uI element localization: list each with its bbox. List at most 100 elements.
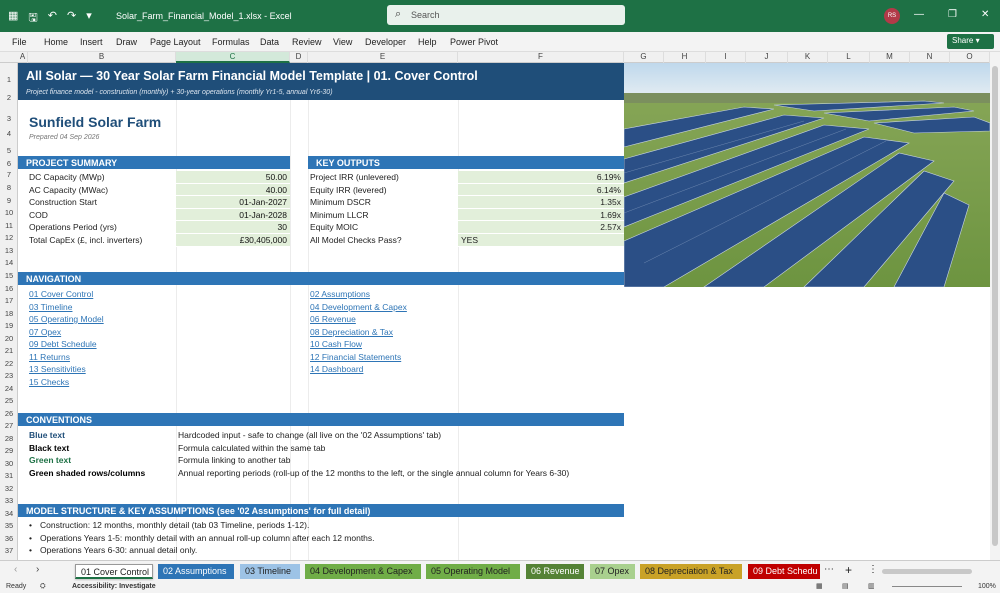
zoom-level[interactable]: 100%	[978, 583, 996, 590]
row-header-19[interactable]: 19	[0, 321, 18, 330]
column-header-l[interactable]: L	[828, 52, 870, 63]
page-layout-icon[interactable]: ▤	[842, 582, 849, 590]
row-header-6[interactable]: 6	[0, 159, 18, 168]
row-header-21[interactable]: 21	[0, 346, 18, 355]
row-header-13[interactable]: 13	[0, 246, 18, 255]
normal-view-icon[interactable]: ▦	[816, 582, 823, 590]
column-header-o[interactable]: O	[950, 52, 990, 63]
zoom-slider[interactable]	[892, 586, 962, 587]
row-header-16[interactable]: 16	[0, 284, 18, 293]
row-header-22[interactable]: 22	[0, 359, 18, 368]
customize-qat-icon[interactable]: ▾	[86, 9, 92, 28]
row-header-23[interactable]: 23	[0, 371, 18, 380]
row-header-15[interactable]: 15	[0, 271, 18, 280]
column-header-f[interactable]: F	[458, 52, 624, 63]
redo-icon[interactable]: ↷	[67, 9, 76, 28]
nav-link[interactable]: 05 Operating Model	[29, 313, 104, 326]
row-header-25[interactable]: 25	[0, 396, 18, 405]
restore-icon[interactable]: ❐	[948, 9, 957, 20]
tab-options-icon[interactable]: ⋮	[868, 564, 878, 575]
row-header-28[interactable]: 28	[0, 434, 18, 443]
summary-value[interactable]: £30,405,000	[176, 234, 290, 247]
row-header-9[interactable]: 9	[0, 196, 18, 205]
accessibility-status[interactable]: Accessibility: Investigate	[72, 583, 156, 590]
menu-power-pivot[interactable]: Power Pivot	[450, 37, 498, 47]
scroll-thumb[interactable]	[992, 66, 998, 546]
row-header-29[interactable]: 29	[0, 446, 18, 455]
column-header-c[interactable]: C	[176, 52, 290, 63]
column-header-g[interactable]: G	[624, 52, 664, 63]
summary-value[interactable]: 50.00	[176, 171, 290, 184]
nav-link[interactable]: 02 Assumptions	[310, 288, 370, 301]
menu-draw[interactable]: Draw	[116, 37, 137, 47]
vertical-scrollbar[interactable]	[990, 52, 1000, 560]
column-header-m[interactable]: M	[870, 52, 910, 63]
row-header-37[interactable]: 37	[0, 546, 18, 555]
menu-page-layout[interactable]: Page Layout	[150, 37, 201, 47]
nav-link[interactable]: 06 Revenue	[310, 313, 356, 326]
close-icon[interactable]: ✕	[981, 9, 989, 20]
row-header-8[interactable]: 8	[0, 183, 18, 192]
row-header-20[interactable]: 20	[0, 334, 18, 343]
sheet-tab-8[interactable]: 08 Depreciation & Tax	[640, 564, 742, 579]
sheet-tab-4[interactable]: 04 Development & Capex	[305, 564, 421, 579]
column-header-a[interactable]: A	[18, 52, 28, 63]
nav-link[interactable]: 14 Dashboard	[310, 363, 363, 376]
summary-value[interactable]: 01-Jan-2028	[176, 208, 290, 222]
minimize-icon[interactable]: —	[914, 9, 924, 20]
menu-developer[interactable]: Developer	[365, 37, 406, 47]
nav-link[interactable]: 07 Opex	[29, 326, 61, 339]
nav-link[interactable]: 08 Depreciation & Tax	[310, 326, 393, 339]
row-header-32[interactable]: 32	[0, 484, 18, 493]
row-header-12[interactable]: 12	[0, 233, 18, 242]
search-input[interactable]: ⌕ Search	[387, 5, 625, 25]
row-header-10[interactable]: 10	[0, 208, 18, 217]
nav-link[interactable]: 15 Checks	[29, 376, 69, 389]
row-header-35[interactable]: 35	[0, 521, 18, 530]
sheet-tab-3[interactable]: 03 Timeline	[240, 564, 300, 579]
row-header-30[interactable]: 30	[0, 459, 18, 468]
row-header-14[interactable]: 14	[0, 258, 18, 267]
sheet-tab-5[interactable]: 05 Operating Model	[426, 564, 520, 579]
column-header-i[interactable]: I	[706, 52, 746, 63]
sheet-tab-6[interactable]: 06 Revenue	[526, 564, 584, 579]
row-header-26[interactable]: 26	[0, 409, 18, 418]
row-header-1[interactable]: 1	[0, 75, 18, 84]
menu-insert[interactable]: Insert	[80, 37, 103, 47]
menu-home[interactable]: Home	[44, 37, 68, 47]
nav-link[interactable]: 09 Debt Schedule	[29, 338, 97, 351]
avatar[interactable]: RS	[884, 8, 900, 24]
column-header-b[interactable]: B	[28, 52, 176, 63]
row-header-4[interactable]: 4	[0, 129, 18, 138]
row-header-24[interactable]: 24	[0, 384, 18, 393]
worksheet[interactable]: All Solar — 30 Year Solar Farm Financial…	[18, 63, 990, 560]
column-header-j[interactable]: J	[746, 52, 788, 63]
sheet-tab-9[interactable]: 09 Debt Schedu	[748, 564, 820, 579]
nav-link[interactable]: 03 Timeline	[29, 301, 72, 314]
nav-link[interactable]: 11 Returns	[29, 351, 70, 364]
row-header-2[interactable]: 2	[0, 93, 18, 102]
share-button[interactable]: Share ▾	[947, 34, 994, 49]
column-header-n[interactable]: N	[910, 52, 950, 63]
horizontal-scrollbar[interactable]	[882, 569, 972, 574]
row-header-27[interactable]: 27	[0, 421, 18, 430]
summary-value[interactable]: 30	[176, 221, 290, 234]
row-header-3[interactable]: 3	[0, 114, 18, 123]
menu-help[interactable]: Help	[418, 37, 437, 47]
sheet-tab-1[interactable]: 01 Cover Control	[75, 564, 153, 579]
menu-file[interactable]: File	[12, 37, 27, 47]
menu-review[interactable]: Review	[292, 37, 322, 47]
scroll-tabs-left-icon[interactable]: ‹	[14, 564, 17, 575]
scroll-tabs-right-icon[interactable]: ›	[36, 564, 39, 575]
menu-view[interactable]: View	[333, 37, 352, 47]
row-header-7[interactable]: 7	[0, 170, 18, 179]
nav-link[interactable]: 13 Sensitivities	[29, 363, 86, 376]
add-sheet-icon[interactable]: +	[845, 563, 852, 577]
sheet-tab-7[interactable]: 07 Opex	[590, 564, 635, 579]
sheet-tab-2[interactable]: 02 Assumptions	[158, 564, 234, 579]
undo-icon[interactable]: ↶	[48, 9, 57, 28]
row-header-17[interactable]: 17	[0, 296, 18, 305]
row-header-36[interactable]: 36	[0, 534, 18, 543]
column-header-d[interactable]: D	[290, 52, 308, 63]
nav-link[interactable]: 04 Development & Capex	[310, 301, 407, 314]
